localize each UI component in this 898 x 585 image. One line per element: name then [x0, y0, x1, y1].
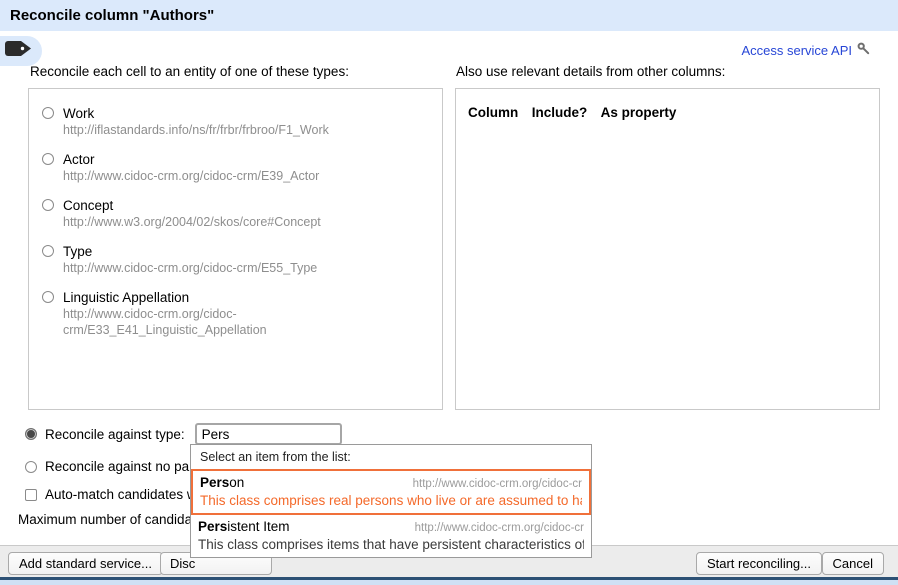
type-label: Work	[63, 105, 329, 122]
reconcile-type-label: Reconcile against type:	[45, 427, 185, 442]
add-standard-service-button[interactable]: Add standard service...	[8, 552, 163, 575]
reconcile-dialog: Reconcile column "Authors" Access servic…	[0, 0, 898, 585]
type-option-actor[interactable]: Actor http://www.cidoc-crm.org/cidoc-crm…	[42, 151, 442, 184]
column-header-as-property: As property	[601, 105, 677, 120]
start-reconciling-button[interactable]: Start reconciling...	[696, 552, 822, 575]
type-url: http://www.cidoc-crm.org/cidoc-crm/E33_E…	[63, 306, 281, 338]
type-url: http://www.w3.org/2004/02/skos/core#Conc…	[63, 214, 321, 230]
type-suggest-dropdown: Select an item from the list: Person htt…	[190, 444, 592, 558]
radio-icon[interactable]	[42, 245, 54, 257]
suggest-item-url: http://www.cidoc-crm.org/cidoc-cr	[415, 522, 584, 534]
access-service-api-link[interactable]: Access service API	[741, 42, 870, 58]
wrench-icon	[857, 42, 870, 58]
suggest-item-description: This class comprises items that have per…	[198, 537, 584, 552]
radio-reconcile-no-type[interactable]	[25, 461, 37, 473]
type-url: http://www.cidoc-crm.org/cidoc-crm/E39_A…	[63, 168, 319, 184]
radio-reconcile-against-type[interactable]	[25, 428, 37, 440]
tab-standard-reconciliation[interactable]	[0, 36, 42, 66]
radio-icon[interactable]	[42, 199, 54, 211]
suggest-item-title-row: Persistent Item http://www.cidoc-crm.org…	[198, 519, 584, 534]
type-label: Concept	[63, 197, 321, 214]
type-search-input[interactable]	[195, 423, 342, 445]
type-url: http://www.cidoc-crm.org/cidoc-crm/E55_T…	[63, 260, 317, 276]
radio-icon[interactable]	[42, 107, 54, 119]
right-panel-heading: Also use relevant details from other col…	[456, 64, 725, 79]
type-option-work[interactable]: Work http://iflastandards.info/ns/fr/frb…	[42, 105, 442, 138]
cancel-button[interactable]: Cancel	[822, 552, 884, 575]
suggest-dropdown-header: Select an item from the list:	[191, 445, 591, 469]
type-label: Type	[63, 243, 317, 260]
suggest-item-name: Persistent Item	[198, 519, 290, 534]
page-background-strip	[0, 580, 898, 585]
radio-icon[interactable]	[42, 153, 54, 165]
column-header-include: Include?	[532, 105, 588, 120]
access-service-api-label: Access service API	[741, 43, 852, 58]
left-panel-heading: Reconcile each cell to an entity of one …	[30, 64, 349, 79]
reconcile-against-type-row: Reconcile against type:	[25, 423, 342, 445]
suggest-item-description: This class comprises real persons who li…	[200, 493, 582, 508]
type-option-concept[interactable]: Concept http://www.w3.org/2004/02/skos/c…	[42, 197, 442, 230]
radio-icon[interactable]	[42, 291, 54, 303]
suggest-item-name: Person	[200, 475, 244, 490]
dialog-titlebar: Reconcile column "Authors"	[0, 0, 898, 31]
suggest-item-person[interactable]: Person http://www.cidoc-crm.org/cidoc-cr…	[191, 469, 591, 515]
suggest-item-url: http://www.cidoc-crm.org/cidoc-cr	[413, 478, 582, 490]
other-columns-panel: Column Include? As property	[455, 88, 880, 410]
type-label: Actor	[63, 151, 319, 168]
type-option-linguistic-appellation[interactable]: Linguistic Appellation http://www.cidoc-…	[42, 289, 442, 338]
column-header-column: Column	[468, 105, 518, 120]
dialog-title: Reconcile column "Authors"	[0, 0, 898, 24]
automatch-checkbox[interactable]	[25, 489, 37, 501]
suggest-item-persistent-item[interactable]: Persistent Item http://www.cidoc-crm.org…	[191, 515, 591, 557]
other-columns-header-row: Column Include? As property	[456, 89, 879, 122]
type-label: Linguistic Appellation	[63, 289, 281, 306]
type-url: http://iflastandards.info/ns/fr/frbr/frb…	[63, 122, 329, 138]
type-option-type[interactable]: Type http://www.cidoc-crm.org/cidoc-crm/…	[42, 243, 442, 276]
suggest-item-title-row: Person http://www.cidoc-crm.org/cidoc-cr	[200, 475, 582, 490]
type-list-panel: Work http://iflastandards.info/ns/fr/frb…	[28, 88, 443, 410]
tag-icon	[4, 40, 32, 62]
